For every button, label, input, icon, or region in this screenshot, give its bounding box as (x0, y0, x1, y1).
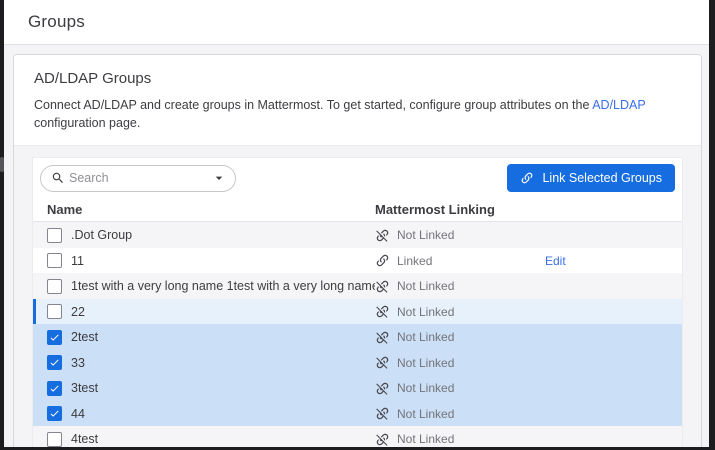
table-row[interactable]: 1test with a very long name 1test with a… (33, 273, 682, 299)
window-edge-notch (0, 157, 4, 172)
table-header-row: Name Mattermost Linking (33, 198, 682, 222)
column-header-mattermost-linking: Mattermost Linking (375, 202, 545, 217)
admin-console-content: Groups AD/LDAP Groups Connect AD/LDAP an… (4, 0, 709, 447)
row-checkbox[interactable] (47, 432, 62, 447)
row-checkbox[interactable] (47, 381, 62, 396)
linking-status: Not Linked (397, 432, 454, 446)
broken-link-icon (375, 406, 390, 421)
group-name: 33 (71, 356, 375, 370)
card-description: Connect AD/LDAP and create groups in Mat… (34, 96, 681, 132)
description-text-suffix: configuration page. (34, 116, 140, 130)
group-name: 11 (71, 254, 375, 268)
check-icon (49, 383, 60, 394)
linking-status: Not Linked (397, 305, 454, 319)
search-filter-dropdown-icon[interactable] (211, 170, 227, 186)
card-header: AD/LDAP Groups Connect AD/LDAP and creat… (14, 55, 701, 145)
linking-status: Not Linked (397, 407, 454, 421)
table-row[interactable]: 11 Linked Edit (33, 248, 682, 274)
broken-link-icon (375, 432, 390, 447)
edit-link[interactable]: Edit (545, 254, 566, 268)
link-button-label: Link Selected Groups (542, 171, 662, 185)
table-row[interactable]: 2test Not Linked (33, 324, 682, 350)
description-text: Connect AD/LDAP and create groups in Mat… (34, 98, 592, 112)
page-title: Groups (28, 12, 85, 32)
group-name: 2test (71, 330, 375, 344)
row-checkbox[interactable] (47, 253, 62, 268)
group-name: 3test (71, 381, 375, 395)
link-icon (375, 253, 390, 268)
row-checkbox[interactable] (47, 304, 62, 319)
group-name: 1test with a very long name 1test with a… (71, 279, 375, 293)
groups-table-body: .Dot Group Not Linked 11 Linked Edit (33, 222, 682, 447)
group-name: 4test (71, 432, 375, 446)
table-row[interactable]: .Dot Group Not Linked (33, 222, 682, 248)
table-row[interactable]: 44 Not Linked (33, 401, 682, 427)
linking-status: Not Linked (397, 330, 454, 344)
broken-link-icon (375, 381, 390, 396)
card-body: Link Selected Groups Name Mattermost Lin… (14, 146, 701, 447)
table-row[interactable]: 33 Not Linked (33, 350, 682, 376)
table-row[interactable]: 22 Not Linked (33, 299, 682, 325)
linking-status: Linked (397, 254, 432, 268)
group-name: .Dot Group (71, 228, 375, 242)
broken-link-icon (375, 330, 390, 345)
groups-list-panel: Link Selected Groups Name Mattermost Lin… (32, 157, 683, 447)
broken-link-icon (375, 304, 390, 319)
search-box[interactable] (40, 165, 236, 192)
check-icon (49, 357, 60, 368)
row-checkbox[interactable] (47, 355, 62, 370)
ad-ldap-config-link[interactable]: AD/LDAP (592, 98, 645, 112)
search-input[interactable] (65, 171, 211, 185)
linking-status: Not Linked (397, 381, 454, 395)
broken-link-icon (375, 355, 390, 370)
check-icon (49, 408, 60, 419)
row-checkbox[interactable] (47, 330, 62, 345)
link-selected-groups-button[interactable]: Link Selected Groups (507, 164, 675, 192)
page-header: Groups (4, 0, 709, 45)
link-icon (520, 171, 534, 185)
group-name: 22 (71, 305, 375, 319)
ad-ldap-groups-card: AD/LDAP Groups Connect AD/LDAP and creat… (13, 54, 702, 447)
row-checkbox[interactable] (47, 406, 62, 421)
broken-link-icon (375, 228, 390, 243)
linking-status: Not Linked (397, 279, 454, 293)
table-row[interactable]: 3test Not Linked (33, 375, 682, 401)
column-header-name: Name (33, 202, 375, 217)
row-checkbox[interactable] (47, 279, 62, 294)
linking-status: Not Linked (397, 228, 454, 242)
card-title: AD/LDAP Groups (34, 70, 681, 87)
linking-status: Not Linked (397, 356, 454, 370)
group-name: 44 (71, 407, 375, 421)
row-checkbox[interactable] (47, 228, 62, 243)
table-row[interactable]: 4test Not Linked (33, 426, 682, 447)
search-icon (51, 171, 65, 185)
check-icon (49, 332, 60, 343)
broken-link-icon (375, 279, 390, 294)
groups-toolbar: Link Selected Groups (33, 158, 682, 198)
